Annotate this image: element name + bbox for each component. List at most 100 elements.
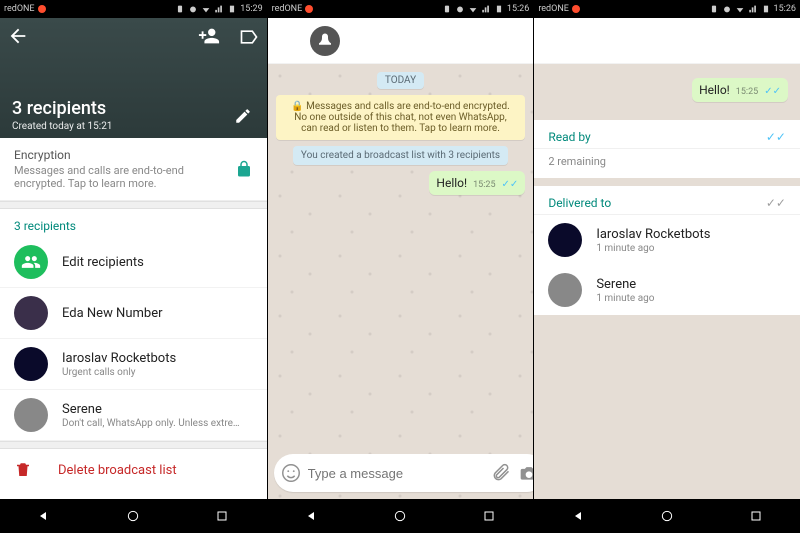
nav-home-button[interactable]	[125, 508, 141, 524]
attach-button[interactable]	[490, 462, 512, 484]
nav-home-button[interactable]	[392, 508, 408, 524]
alarm-icon	[455, 4, 465, 14]
nav-recents-button[interactable]	[214, 508, 230, 524]
back-button[interactable]	[548, 29, 572, 53]
navbar	[268, 499, 534, 533]
nav-back-button[interactable]	[36, 508, 52, 524]
readby-panel: Read by ✓✓ 2 remaining	[534, 120, 800, 178]
recipient-name: Serene	[62, 402, 242, 417]
status-bar: redONE 15:26	[268, 0, 534, 18]
delete-broadcast-button[interactable]: Delete broadcast list	[0, 449, 267, 491]
vibrate-icon	[442, 4, 452, 14]
battery-icon	[227, 4, 237, 14]
message-bubble[interactable]: Hello! 15:25 ✓✓	[429, 171, 525, 195]
wifi-icon	[735, 4, 745, 14]
clock-label: 15:29	[240, 4, 262, 14]
notification-dot-icon	[38, 5, 46, 13]
back-button[interactable]	[282, 29, 306, 53]
appbar: 3 recipients Created today at 15:21	[0, 18, 267, 138]
carrier-label: redONE	[538, 4, 569, 14]
avatar	[14, 398, 48, 432]
chat-title: 3 recipients	[348, 28, 484, 44]
avatar	[14, 296, 48, 330]
vibrate-icon	[175, 4, 185, 14]
recipient-name: Iaroslav Rocketbots	[62, 351, 176, 366]
double-check-icon: ✓✓	[502, 179, 519, 190]
composer	[268, 447, 534, 499]
chat-avatar[interactable]	[310, 26, 340, 56]
battery-icon	[761, 4, 771, 14]
recipient-row[interactable]: Iaroslav Rocketbots Urgent calls only	[0, 339, 267, 390]
readby-remaining: 2 remaining	[534, 149, 800, 178]
trash-icon	[14, 461, 32, 479]
message-input[interactable]	[308, 466, 484, 481]
page-subtitle: Created today at 15:21	[12, 121, 112, 132]
delivered-row[interactable]: Iaroslav Rocketbots 1 minute ago	[534, 215, 800, 265]
delivered-time: 1 minute ago	[596, 243, 710, 254]
status-bar: redONE 15:29	[0, 0, 267, 18]
wifi-icon	[201, 4, 211, 14]
menu-button[interactable]	[495, 29, 519, 53]
encryption-notice[interactable]: 🔒 Messages and calls are end-to-end encr…	[276, 95, 526, 140]
nav-back-button[interactable]	[571, 508, 587, 524]
divider	[0, 201, 267, 209]
recipient-row[interactable]: Serene Don't call, WhatsApp only. Unless…	[0, 390, 267, 441]
edit-button[interactable]	[231, 104, 255, 128]
people-icon	[14, 245, 48, 279]
screen-broadcast-info: redONE 15:29 3 recipients	[0, 0, 267, 533]
encryption-row[interactable]: Encryption Messages and calls are end-to…	[0, 138, 267, 201]
content: Encryption Messages and calls are end-to…	[0, 138, 267, 499]
delivered-time: 1 minute ago	[596, 293, 654, 304]
status-bar: redONE 15:26	[534, 0, 800, 18]
lock-icon	[235, 160, 253, 178]
signal-icon	[481, 4, 491, 14]
delivered-row[interactable]: Serene 1 minute ago	[534, 265, 800, 315]
carrier-label: redONE	[4, 4, 35, 14]
double-check-grey-icon: ✓✓	[766, 196, 786, 210]
delivered-name: Serene	[596, 277, 654, 292]
encryption-sub: Messages and calls are end-to-end encryp…	[14, 164, 235, 190]
system-message: You created a broadcast list with 3 reci…	[293, 146, 508, 165]
nav-back-button[interactable]	[304, 508, 320, 524]
content: Hello! 15:25 ✓✓ Read by ✓✓ 2 remaining D…	[534, 64, 800, 499]
navbar	[0, 499, 267, 533]
tag-icon[interactable]	[237, 25, 261, 49]
alarm-icon	[722, 4, 732, 14]
recipient-status: Urgent calls only	[62, 367, 176, 378]
carrier-label: redONE	[272, 4, 303, 14]
avatar	[548, 273, 582, 307]
delivered-panel: Delivered to ✓✓ Iaroslav Rocketbots 1 mi…	[534, 186, 800, 315]
clock-label: 15:26	[774, 4, 796, 14]
nav-home-button[interactable]	[659, 508, 675, 524]
avatar	[14, 347, 48, 381]
divider	[0, 441, 267, 449]
nav-recents-button[interactable]	[748, 508, 764, 524]
clock-label: 15:26	[507, 4, 529, 14]
chat-title-block[interactable]: 3 recipients Eda New Number, Iaroslav, S…	[348, 28, 484, 54]
page-title: 3 recipients	[12, 98, 112, 119]
alarm-icon	[188, 4, 198, 14]
signal-icon	[748, 4, 758, 14]
delivered-label: Delivered to	[548, 196, 611, 210]
edit-recipients-row[interactable]: Edit recipients	[0, 237, 267, 288]
recipients-header: 3 recipients	[0, 209, 267, 237]
appbar: Message info	[534, 18, 800, 64]
wifi-icon	[468, 4, 478, 14]
edit-recipients-label: Edit recipients	[62, 255, 144, 270]
notification-dot-icon	[305, 5, 313, 13]
message-input-container	[274, 454, 534, 492]
message-text: Hello!	[436, 176, 467, 190]
emoji-button[interactable]	[280, 462, 302, 484]
date-pill: TODAY	[377, 72, 424, 89]
message-time: 15:25	[736, 87, 758, 97]
vibrate-icon	[709, 4, 719, 14]
message-text: Hello!	[699, 83, 730, 97]
recipient-row[interactable]: Eda New Number	[0, 288, 267, 339]
back-button[interactable]	[6, 24, 30, 48]
double-check-blue-icon: ✓✓	[766, 130, 786, 144]
chat-subtitle: Eda New Number, Iaroslav, Serene	[348, 44, 484, 54]
recipient-status: Don't call, WhatsApp only. Unless extrem…	[62, 418, 242, 429]
camera-button[interactable]	[518, 462, 534, 484]
add-participant-button[interactable]	[197, 24, 221, 48]
nav-recents-button[interactable]	[481, 508, 497, 524]
